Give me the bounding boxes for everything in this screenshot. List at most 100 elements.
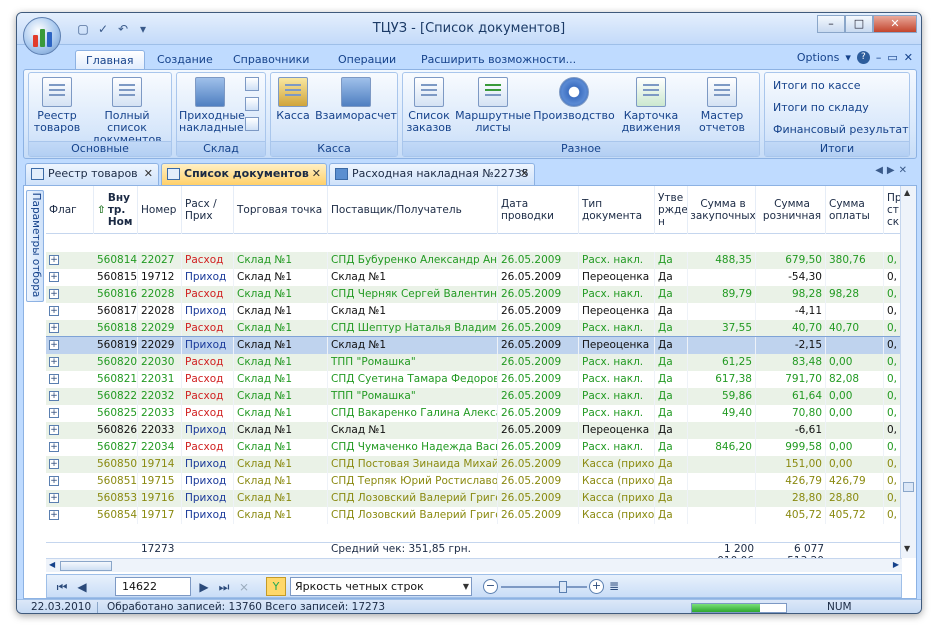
col-vnutr-nom[interactable]: ⇧ Вну тр. Ном (94, 186, 138, 234)
prihodnye-nakladnye-button[interactable]: Приходные накладные (179, 77, 245, 134)
expand-row-icon[interactable]: + (49, 391, 59, 401)
scroll-up-icon[interactable]: ▲ (904, 188, 910, 197)
expand-row-icon[interactable]: + (49, 357, 59, 367)
close-tab-icon[interactable]: ✕ (520, 164, 529, 184)
table-row[interactable]: +560815 19712 Приход Склад №1 Склад №1 26.05.… (46, 269, 902, 286)
fin-result-link[interactable]: Финансовый результат (773, 123, 909, 136)
close-tab-icon[interactable]: ✕ (144, 164, 153, 184)
tab-navigation[interactable]: ◀▶✕ (875, 165, 911, 176)
vertical-scroll-thumb[interactable] (903, 482, 914, 492)
col-utverzhden[interactable]: Утве ржде н (655, 186, 688, 234)
expand-row-icon[interactable]: + (49, 510, 59, 520)
record-number-input[interactable]: 14622 (115, 577, 191, 596)
zoom-slider[interactable]: − + ≣ (483, 579, 623, 595)
table-row[interactable]: +560821 22031 Расход Склад №1 СПД Суетина Та… (46, 371, 902, 388)
reestr-tovarov-button[interactable]: Реестр товаров (31, 77, 83, 134)
col-nomer[interactable]: Номер (138, 186, 182, 234)
expand-row-icon[interactable]: + (49, 476, 59, 486)
itogi-sklad-link[interactable]: Итоги по складу (773, 101, 869, 114)
table-row[interactable]: +560827 22034 Расход Склад №1 СПД Чумаченко … (46, 439, 902, 456)
help-icon[interactable]: ? (856, 51, 870, 64)
zoom-knob[interactable] (559, 581, 567, 593)
kassa-button[interactable]: Касса (273, 77, 313, 122)
scroll-left-icon[interactable]: ◀ (49, 560, 55, 569)
marshrutnye-listy-button[interactable]: Маршрутные листы (453, 77, 533, 134)
table-row[interactable]: +560819 22029 Приход Склад №1 Склад №1 26.05.… (46, 336, 902, 355)
expand-row-icon[interactable]: + (49, 289, 59, 299)
minimize-button[interactable]: – (817, 15, 845, 33)
col-data[interactable]: Дата проводки (498, 186, 579, 234)
tab-rasshirit[interactable]: Расширить возможности... (411, 50, 586, 70)
master-otchetov-button[interactable]: Мастер отчетов (687, 77, 757, 134)
expand-row-icon[interactable]: + (49, 425, 59, 435)
close-button[interactable]: ✕ (873, 15, 917, 33)
table-row[interactable]: +560854 19717 Приход Склад №1 СПД Лозовский … (46, 507, 902, 524)
table-row[interactable]: +560817 22028 Приход Склад №1 Склад №1 26.05.… (46, 303, 902, 320)
doc-tab-nakladnaya[interactable]: Расходная накладная №22735 ✕ (329, 163, 535, 185)
options-dropdown-icon[interactable]: ▾ (845, 51, 851, 64)
table-row[interactable]: +560816 22028 Расход Склад №1 СПД Черняк Сер… (46, 286, 902, 303)
expand-row-icon[interactable]: + (49, 459, 59, 469)
table-row[interactable]: +560818 22029 Расход Склад №1 СПД Шептур Нат… (46, 320, 902, 337)
sklad-small-icon-1[interactable] (245, 77, 259, 91)
expand-row-icon[interactable]: + (49, 442, 59, 452)
expand-row-icon[interactable]: + (49, 408, 59, 418)
table-row[interactable]: +560853 19716 Приход Склад №1 СПД Лозовский … (46, 490, 902, 507)
sklad-small-icon-3[interactable] (245, 117, 259, 131)
col-summa-zak[interactable]: Сумма в закупочных (688, 186, 756, 234)
col-torg-tochka[interactable]: Торговая точка (234, 186, 328, 234)
ribbon-close-button[interactable]: ✕ (904, 51, 913, 64)
ribbon-restore-button[interactable]: ▭ (887, 51, 897, 64)
prev-record-icon[interactable]: ◀ (73, 578, 91, 596)
table-row[interactable]: +560814 22027 Расход Склад №1 СПД Бубуренко … (46, 252, 902, 269)
ribbon-minimize-button[interactable]: – (876, 51, 882, 64)
grid-lines-icon[interactable]: ≣ (609, 579, 619, 593)
table-row[interactable]: +560826 22033 Приход Склад №1 Склад №1 26.05.… (46, 422, 902, 439)
close-tab-icon[interactable]: ✕ (312, 164, 321, 184)
expand-row-icon[interactable]: + (49, 272, 59, 282)
table-row[interactable]: +560822 22032 Расход Склад №1 ТПП "Ромашка" 2… (46, 388, 902, 405)
zoom-in-icon[interactable]: + (589, 579, 604, 594)
table-row[interactable]: +560825 22033 Расход Склад №1 СПД Вакаренко … (46, 405, 902, 422)
delete-filter-icon[interactable]: ⨯ (235, 578, 253, 596)
sklad-small-icon-2[interactable] (245, 97, 259, 111)
expand-row-icon[interactable]: + (49, 340, 59, 350)
expand-row-icon[interactable]: + (49, 493, 59, 503)
expand-row-icon[interactable]: + (49, 255, 59, 265)
scroll-down-icon[interactable]: ▼ (904, 544, 910, 553)
doc-tab-spisok[interactable]: Список документов ✕ (161, 163, 327, 185)
expand-row-icon[interactable]: + (49, 306, 59, 316)
horizontal-scrollbar[interactable]: ◀ ▶ (46, 558, 902, 572)
maximize-button[interactable]: □ (845, 15, 873, 33)
scroll-right-icon[interactable]: ▶ (893, 560, 899, 569)
last-record-icon[interactable]: ⏭ (215, 578, 233, 596)
expand-row-icon[interactable]: + (49, 323, 59, 333)
full-documents-button[interactable]: Полный список документов (83, 77, 171, 146)
doc-tab-reestr[interactable]: Реестр товаров ✕ (25, 163, 159, 185)
expand-row-icon[interactable]: + (49, 374, 59, 384)
col-rash-prih[interactable]: Расх / Прих (182, 186, 234, 234)
vzaimoraschet-button[interactable]: Взаиморасчет (315, 77, 397, 122)
tab-sozdanie[interactable]: Создание (147, 50, 223, 70)
proizvodstvo-button[interactable]: Производство (533, 77, 615, 122)
col-summa-roz[interactable]: Сумма розничная (756, 186, 826, 234)
tab-operatsii[interactable]: Операции (328, 50, 406, 70)
row-brightness-select[interactable]: Яркость четных строк ▼ (290, 577, 472, 596)
tab-spravochniki[interactable]: Справочники (223, 50, 319, 70)
col-tip-doc[interactable]: Тип документа (579, 186, 655, 234)
vertical-scrollbar[interactable]: ▲ ▼ (900, 186, 916, 558)
itogi-kassa-link[interactable]: Итоги по кассе (773, 79, 860, 92)
kartochka-dvizheniya-button[interactable]: Карточка движения (617, 77, 685, 134)
spisok-zakazov-button[interactable]: Список заказов (405, 77, 453, 134)
table-row[interactable]: +560820 22030 Расход Склад №1 ТПП "Ромашка" 2… (46, 354, 902, 371)
tab-glavnaya[interactable]: Главная (75, 50, 145, 70)
filter-icon[interactable]: Y (266, 577, 286, 596)
col-summa-opl[interactable]: Сумма оплаты (826, 186, 884, 234)
chevron-down-icon[interactable]: ▼ (463, 578, 469, 595)
zoom-out-icon[interactable]: − (483, 579, 498, 594)
first-record-icon[interactable]: ⏮ (53, 578, 71, 596)
col-flag[interactable]: Флаг (46, 186, 94, 234)
app-menu-button[interactable] (23, 17, 61, 55)
options-menu[interactable]: Options (797, 51, 839, 64)
col-postavshik[interactable]: Поставщик/Получатель (328, 186, 498, 234)
